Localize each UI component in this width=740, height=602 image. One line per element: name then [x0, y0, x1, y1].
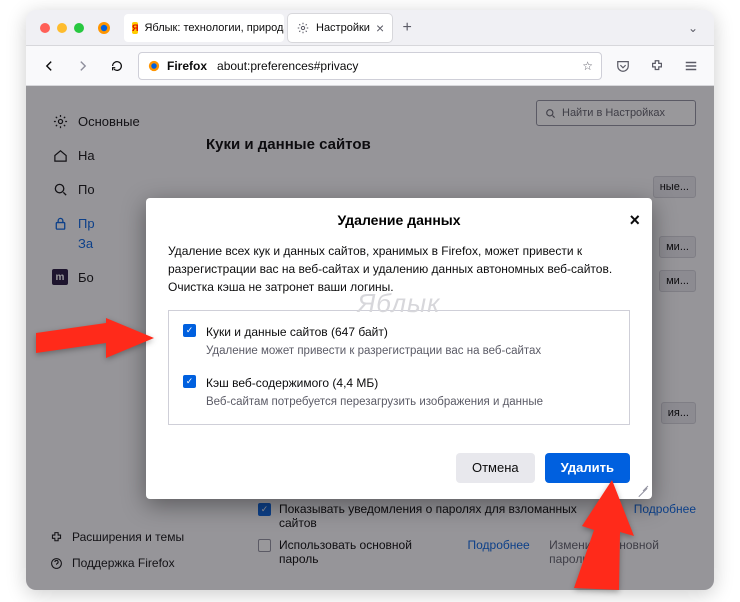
tab-strip: Я Яблык: технологии, природа, × Настройк… — [124, 14, 706, 42]
maximize-window-button[interactable] — [74, 23, 84, 33]
clear-data-dialog: Удаление данных × Яблык Удаление всех ку… — [146, 198, 652, 499]
tab-background[interactable]: Я Яблык: технологии, природа, × — [124, 14, 284, 42]
app-menu-button[interactable] — [678, 53, 704, 79]
reload-button[interactable] — [104, 53, 130, 79]
tabs-overflow-chevron-icon[interactable]: ⌄ — [680, 21, 706, 35]
back-button[interactable] — [36, 53, 62, 79]
annotation-arrow-icon — [564, 480, 654, 590]
delete-button[interactable]: Удалить — [545, 453, 630, 483]
titlebar: Я Яблык: технологии, природа, × Настройк… — [26, 10, 714, 46]
dialog-body: Яблык Удаление всех кук и данных сайтов,… — [146, 242, 652, 439]
forward-button[interactable] — [70, 53, 96, 79]
gear-icon — [296, 21, 310, 35]
extensions-button[interactable] — [644, 53, 670, 79]
tab-active[interactable]: Настройки × — [288, 14, 392, 42]
option-sublabel: Удаление может привести к разрегистрации… — [206, 343, 541, 360]
tab-title: Яблык: технологии, природа, — [144, 22, 284, 34]
bookmark-star-icon[interactable]: ☆ — [582, 59, 593, 73]
firefox-logo-icon — [96, 20, 112, 36]
close-icon[interactable]: × — [629, 210, 640, 231]
option-cache: ✓ Кэш веб-содержимого (4,4 МБ) Веб-сайта… — [183, 374, 615, 411]
checkbox-checked[interactable]: ✓ — [183, 324, 196, 337]
firefox-logo-icon — [147, 59, 161, 73]
minimize-window-button[interactable] — [57, 23, 67, 33]
dialog-options-group: ✓ Куки и данные сайтов (647 байт) Удален… — [168, 310, 630, 425]
annotation-arrow-icon — [36, 318, 156, 378]
pocket-button[interactable] — [610, 53, 636, 79]
cancel-button[interactable]: Отмена — [456, 453, 535, 483]
traffic-lights — [40, 23, 84, 33]
option-cookies: ✓ Куки и данные сайтов (647 байт) Удален… — [183, 323, 615, 360]
option-label: Куки и данные сайтов (647 байт) — [206, 323, 541, 341]
dialog-header: Удаление данных × — [146, 198, 652, 242]
option-label: Кэш веб-содержимого (4,4 МБ) — [206, 374, 543, 392]
dialog-intro-text: Удаление всех кук и данных сайтов, храни… — [168, 242, 630, 296]
tab-close-icon[interactable]: × — [376, 20, 384, 36]
toolbar: Firefox about:preferences#privacy ☆ — [26, 46, 714, 86]
checkbox-checked[interactable]: ✓ — [183, 375, 196, 388]
tab-title: Настройки — [316, 22, 370, 34]
new-tab-button[interactable]: + — [396, 17, 418, 39]
url-bar[interactable]: Firefox about:preferences#privacy ☆ — [138, 52, 602, 80]
option-sublabel: Веб-сайтам потребуется перезагрузить изо… — [206, 394, 543, 411]
dialog-title: Удаление данных — [337, 212, 460, 228]
tab-favicon: Я — [132, 22, 138, 34]
url-address: about:preferences#privacy — [217, 59, 358, 73]
url-product-label: Firefox — [167, 59, 207, 73]
close-window-button[interactable] — [40, 23, 50, 33]
